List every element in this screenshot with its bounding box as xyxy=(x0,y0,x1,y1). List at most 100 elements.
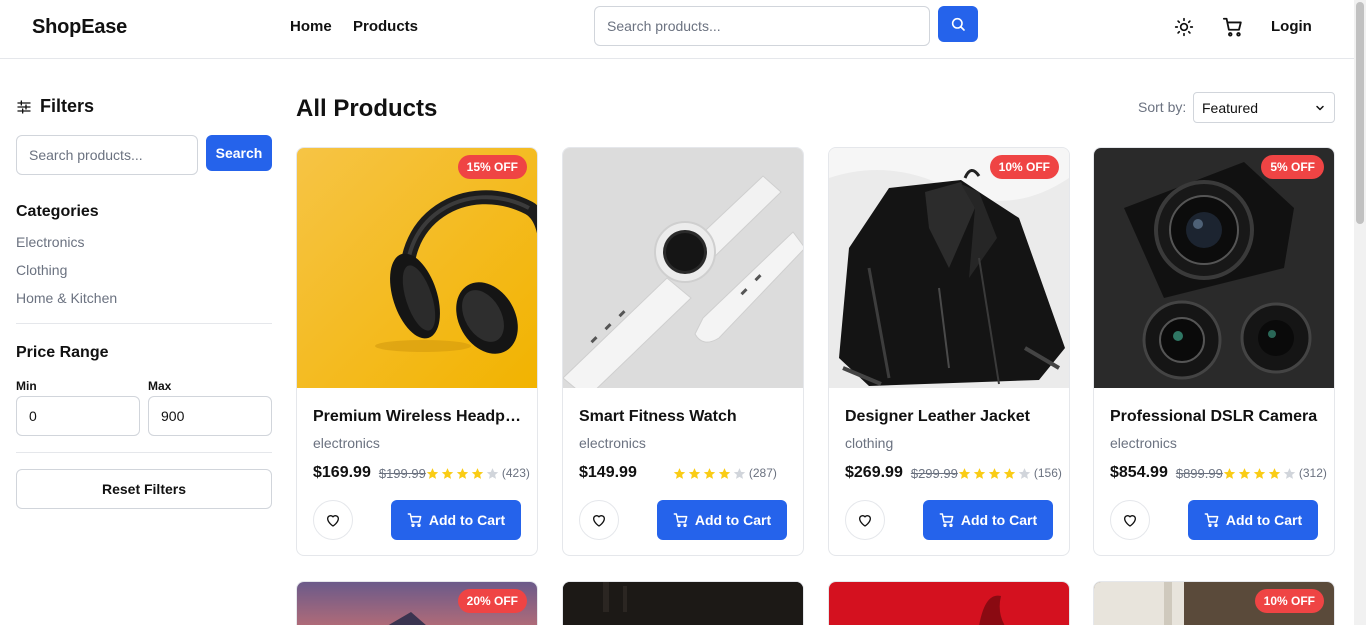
product-image[interactable] xyxy=(829,582,1069,625)
filters-heading: Filters xyxy=(16,96,94,117)
star-icon xyxy=(1018,467,1031,479)
add-to-cart-button[interactable]: Add to Cart xyxy=(1188,500,1318,540)
search-icon xyxy=(951,17,965,31)
add-to-cart-label: Add to Cart xyxy=(960,512,1038,528)
rating-stars xyxy=(958,467,1031,480)
header-search-button[interactable] xyxy=(938,6,978,42)
login-link[interactable]: Login xyxy=(1271,18,1312,35)
cart-button[interactable] xyxy=(1220,14,1246,40)
star-icon xyxy=(1223,467,1236,479)
scrollbar-thumb[interactable] xyxy=(1356,2,1364,224)
star-icon xyxy=(486,467,499,479)
star-icon xyxy=(988,467,1001,479)
sidebar-search-input[interactable] xyxy=(16,135,198,175)
original-price: $199.99 xyxy=(378,465,426,481)
product-image-watch[interactable] xyxy=(563,148,803,388)
nav-products[interactable]: Products xyxy=(353,18,418,35)
add-to-cart-label: Add to Cart xyxy=(1225,512,1303,528)
product-card[interactable]: 15% OFF Premium Wireless Headph... elect… xyxy=(296,147,538,556)
star-icon xyxy=(733,467,746,479)
category-clothing[interactable]: Clothing xyxy=(16,262,67,278)
star-icon xyxy=(441,467,454,479)
reset-filters-button[interactable]: Reset Filters xyxy=(16,469,272,509)
add-to-cart-button[interactable]: Add to Cart xyxy=(923,500,1053,540)
rating-stars xyxy=(673,467,746,480)
header-search-input[interactable] xyxy=(594,6,930,46)
wishlist-button[interactable] xyxy=(845,500,885,540)
product-image-headphones[interactable] xyxy=(297,148,537,388)
wishlist-button[interactable] xyxy=(313,500,353,540)
sun-icon xyxy=(1174,17,1194,37)
product-image[interactable] xyxy=(563,582,803,625)
original-price: $299.99 xyxy=(910,465,958,481)
star-icon xyxy=(1238,467,1251,479)
category-home-kitchen[interactable]: Home & Kitchen xyxy=(16,290,117,306)
product-price: $169.99 xyxy=(313,464,371,481)
product-name[interactable]: Smart Fitness Watch xyxy=(579,408,793,426)
product-card[interactable] xyxy=(828,581,1070,625)
product-price: $854.99 xyxy=(1110,464,1168,481)
product-price: $269.99 xyxy=(845,464,903,481)
price-row: $169.99 $199.99 (423) xyxy=(313,464,530,482)
review-count: (312) xyxy=(1298,466,1327,480)
star-icon xyxy=(1253,467,1266,479)
price-row: $269.99 $299.99 (156) xyxy=(845,464,1062,482)
cart-icon xyxy=(939,513,954,528)
product-image-camera[interactable] xyxy=(1094,148,1334,388)
add-to-cart-label: Add to Cart xyxy=(428,512,506,528)
star-icon xyxy=(688,467,701,479)
rating-stars xyxy=(1223,467,1296,480)
star-icon xyxy=(673,467,686,479)
add-to-cart-button[interactable]: Add to Cart xyxy=(391,500,521,540)
add-to-cart-label: Add to Cart xyxy=(694,512,772,528)
cart-icon xyxy=(1222,17,1242,37)
page-scrollbar[interactable] xyxy=(1354,0,1366,625)
wishlist-button[interactable] xyxy=(1110,500,1150,540)
sidebar-search-button[interactable]: Search xyxy=(206,135,272,171)
product-card[interactable]: 10% OFF Designer Leather Jacket clothing… xyxy=(828,147,1070,556)
nav-home[interactable]: Home xyxy=(290,18,332,35)
divider xyxy=(16,452,272,453)
max-price-label: Max xyxy=(148,379,172,393)
theme-toggle-button[interactable] xyxy=(1172,15,1196,39)
site-logo[interactable]: ShopEase xyxy=(32,16,127,39)
product-card[interactable] xyxy=(562,581,804,625)
review-count: (287) xyxy=(748,466,777,480)
product-category: clothing xyxy=(845,435,894,451)
sliders-icon xyxy=(17,99,31,114)
sort-label: Sort by: xyxy=(1138,99,1187,115)
cart-icon xyxy=(407,513,422,528)
star-icon xyxy=(1283,467,1296,479)
star-icon xyxy=(1268,467,1281,479)
product-category: electronics xyxy=(313,435,380,451)
product-name[interactable]: Professional DSLR Camera xyxy=(1110,408,1324,426)
wishlist-button[interactable] xyxy=(579,500,619,540)
rating-stars xyxy=(426,467,499,480)
discount-badge: 5% OFF xyxy=(1261,155,1324,179)
product-name[interactable]: Premium Wireless Headph... xyxy=(313,408,527,426)
heart-icon xyxy=(1124,515,1136,527)
star-icon xyxy=(456,467,469,479)
review-count: (423) xyxy=(501,466,530,480)
product-name[interactable]: Designer Leather Jacket xyxy=(845,408,1059,426)
sort-select[interactable]: Featured xyxy=(1193,92,1335,123)
price-row: $149.99 (287) xyxy=(579,464,777,482)
product-image-jacket[interactable] xyxy=(829,148,1069,388)
star-icon xyxy=(1003,467,1016,479)
max-price-input[interactable] xyxy=(148,396,272,436)
star-icon xyxy=(703,467,716,479)
divider xyxy=(16,323,272,324)
product-category: electronics xyxy=(579,435,646,451)
chevron-down-icon xyxy=(1316,105,1324,110)
product-card[interactable]: 20% OFF xyxy=(296,581,538,625)
add-to-cart-button[interactable]: Add to Cart xyxy=(657,500,787,540)
price-row: $854.99 $899.99 (312) xyxy=(1110,464,1327,482)
product-card[interactable]: Smart Fitness Watch electronics $149.99 … xyxy=(562,147,804,556)
category-electronics[interactable]: Electronics xyxy=(16,234,84,250)
product-card[interactable]: 5% OFF Professional DSLR Camera electron… xyxy=(1093,147,1335,556)
product-category: electronics xyxy=(1110,435,1177,451)
star-icon xyxy=(471,467,484,479)
product-card[interactable]: 10% OFF xyxy=(1093,581,1335,625)
min-price-input[interactable] xyxy=(16,396,140,436)
sort-selected-value: Featured xyxy=(1202,99,1259,116)
